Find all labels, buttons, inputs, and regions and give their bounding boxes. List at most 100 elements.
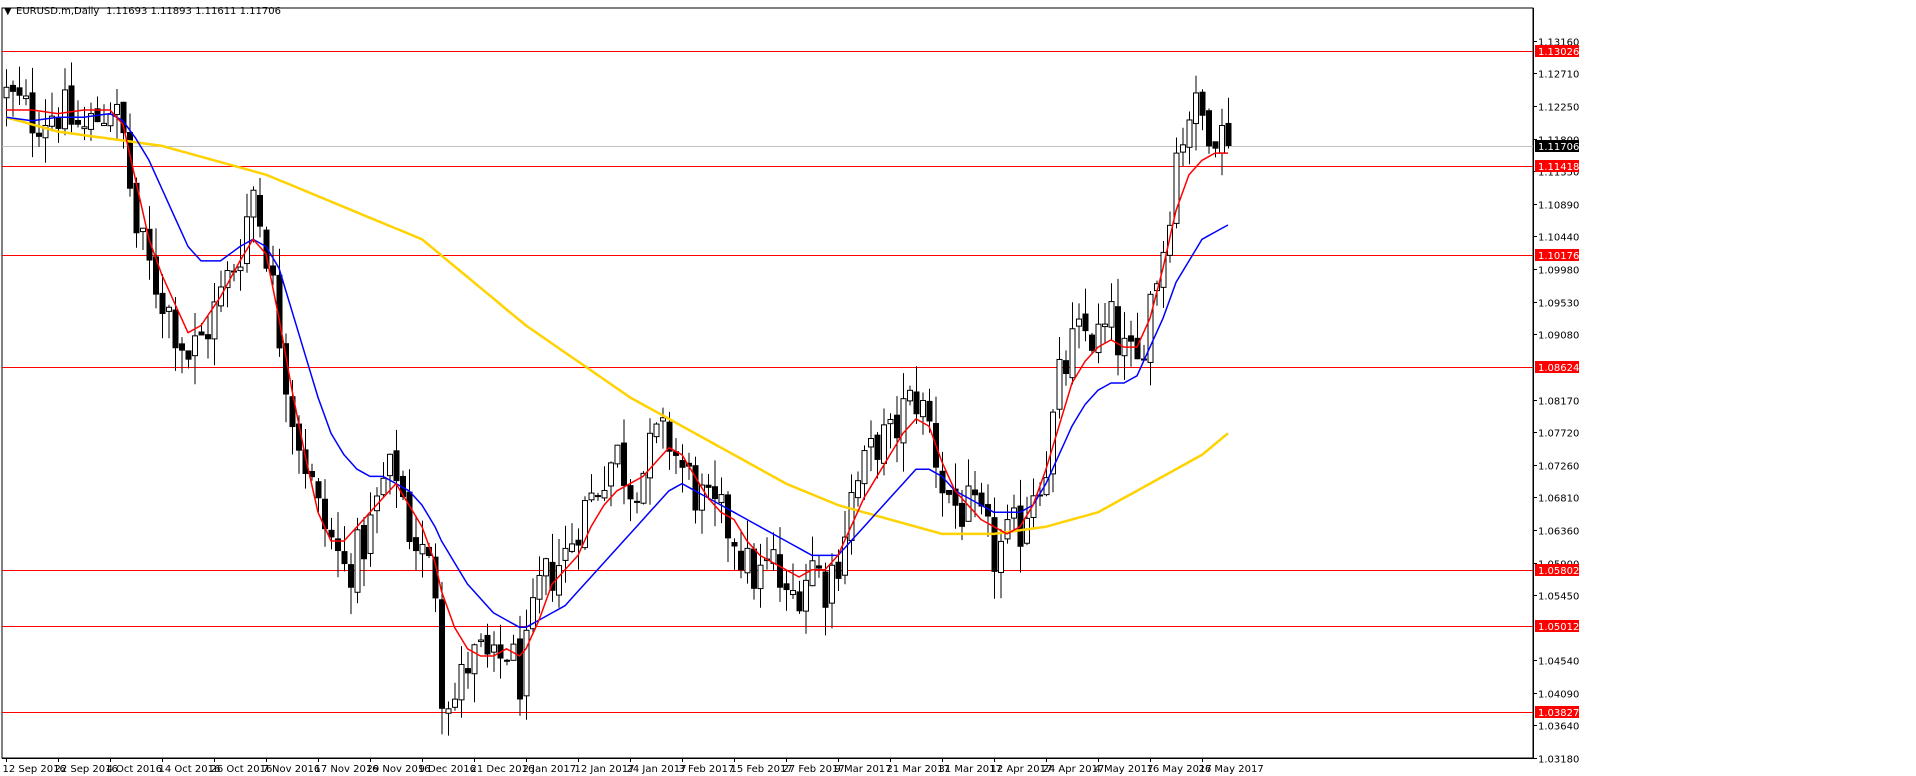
candle-body (562, 547, 569, 561)
candle-body (3, 86, 10, 99)
current-label-text: 1.11706 (1538, 142, 1579, 153)
candle-body (848, 492, 855, 541)
candle-body (1089, 334, 1095, 351)
price-tick-label: 1.10890 (1538, 201, 1579, 212)
candle-body (777, 554, 783, 588)
candle-body (36, 132, 42, 137)
time-tick-label: 24 Jan 2017 (627, 764, 687, 775)
candle-body (107, 113, 114, 127)
price-tick-label: 1.03640 (1538, 722, 1579, 733)
candle-body (250, 189, 257, 218)
candle-body (790, 590, 796, 596)
candle-body (10, 84, 16, 92)
level-label-text: 1.05012 (1538, 622, 1579, 633)
candle-body (653, 423, 660, 438)
level-label-text: 1.13026 (1538, 47, 1579, 58)
level-label-text: 1.03827 (1538, 708, 1579, 719)
candle-body (23, 95, 29, 100)
candle-body (237, 266, 244, 272)
candle-body (796, 591, 803, 612)
candle-body (712, 486, 718, 500)
candle-body (491, 644, 497, 653)
candle-body (471, 644, 478, 675)
candle-body (614, 444, 621, 465)
candle-body (861, 450, 868, 485)
time-tick-label: 7 Nov 2016 (263, 764, 321, 775)
candle-body (1056, 358, 1063, 410)
candle[interactable] (354, 517, 361, 604)
time-tick-label: 4 Oct 2016 (107, 764, 162, 775)
candle-body (205, 334, 211, 340)
candle-body (159, 292, 166, 314)
candle-body (835, 561, 842, 579)
candle-body (718, 494, 725, 504)
candle-body (140, 227, 146, 233)
candle-body (803, 579, 809, 612)
candle-body (1082, 313, 1089, 332)
candle-body (731, 542, 738, 547)
candle-body (380, 477, 387, 496)
candle-body (757, 564, 764, 590)
price-chart[interactable]: 1.131601.127101.122501.118001.113501.108… (0, 0, 1916, 776)
candle-body (1219, 125, 1225, 154)
symbol-label: EURUSD.m,Daily (16, 6, 99, 17)
candle-body (393, 450, 400, 482)
candle-body (1063, 360, 1069, 375)
candle-body (1147, 293, 1154, 363)
time-tick-label: 9 Dec 2016 (419, 764, 477, 775)
price-tick-label: 1.10440 (1538, 233, 1579, 244)
collapse-arrow-icon[interactable]: ▼ (4, 6, 12, 17)
candle-body (361, 524, 367, 560)
candle-body (913, 391, 920, 415)
time-tick-label: 3 Feb 2017 (679, 764, 735, 775)
candle-body (478, 639, 484, 643)
candle-body (341, 551, 348, 565)
candle-body (608, 462, 614, 487)
candle-body (1206, 110, 1212, 147)
level-label-text: 1.11418 (1538, 162, 1579, 173)
price-tick-label: 1.07260 (1538, 462, 1579, 473)
level-label-text: 1.10176 (1538, 251, 1579, 262)
candle[interactable] (614, 444, 621, 468)
candle-body (348, 564, 354, 588)
candle-body (166, 306, 172, 312)
candle-body (855, 480, 861, 499)
level-price-label: 1.13026 (1535, 45, 1579, 58)
candle-body (783, 583, 790, 591)
price-tick-label: 1.09530 (1538, 299, 1579, 310)
candle-body (601, 489, 608, 499)
candle-body (244, 216, 250, 265)
level-price-label: 1.03827 (1535, 706, 1579, 719)
candle-body (744, 547, 751, 574)
candle-body (354, 529, 361, 593)
level-price-label: 1.05802 (1535, 564, 1579, 577)
ohlc-values: 1.11693 1.11893 1.11611 1.11706 (106, 6, 281, 17)
price-tick-label: 1.03180 (1538, 755, 1579, 766)
candle-body (1225, 122, 1232, 146)
price-tick-label: 1.09980 (1538, 266, 1579, 277)
candle-body (1186, 119, 1193, 148)
level-label-text: 1.08624 (1538, 363, 1579, 374)
level-price-label: 1.10176 (1535, 249, 1579, 262)
time-axis: 12 Sep 201622 Sep 20164 Oct 201614 Oct 2… (2, 758, 1533, 775)
candle-body (946, 489, 952, 495)
candle-body (1212, 141, 1219, 149)
candle-body (328, 529, 335, 538)
candle-body (1069, 328, 1076, 379)
candle-body (887, 419, 894, 425)
chart-window[interactable]: 1.131601.127101.122501.118001.113501.108… (0, 0, 1916, 776)
candle-body (55, 117, 62, 129)
candle-body (679, 459, 686, 468)
price-tick-label: 1.06810 (1538, 494, 1579, 505)
candle-body (270, 265, 276, 276)
candle-body (101, 122, 107, 127)
candle-body (257, 195, 263, 227)
candle-body (868, 438, 874, 448)
candle-body (666, 421, 673, 452)
candle-body (543, 558, 549, 577)
level-label-text: 1.05802 (1538, 566, 1579, 577)
candle-body (75, 120, 81, 125)
price-labels: 1.13026 1.11418 1.10176 1.08624 1.05802 1.050… (1535, 45, 1579, 719)
price-tick-label: 1.07720 (1538, 429, 1579, 440)
candle-body (822, 571, 829, 608)
